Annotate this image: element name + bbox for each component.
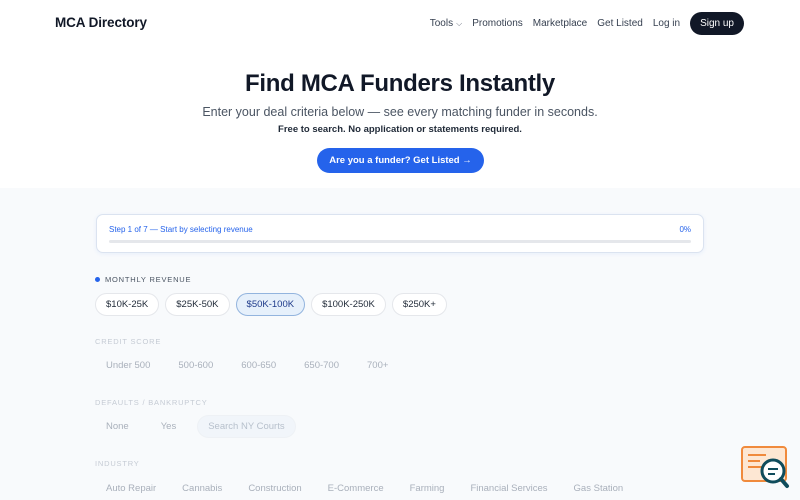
chat-search-icon[interactable] [740,445,790,489]
hero-subtitle: Enter your deal criteria below — see eve… [202,105,598,119]
top-navbar: MCA Directory Tools ⌵ Promotions Marketp… [0,0,800,48]
brand-logo[interactable]: MCA Directory [55,15,147,30]
monthly-revenue-label-text: Monthly Revenue [105,275,192,284]
monthly-revenue-label: Monthly Revenue [95,275,191,284]
get-listed-cta-button[interactable]: Are you a funder? Get Listed → [317,148,484,173]
progress-step-label: Step 1 of 7 — Start by selecting revenue [109,225,253,234]
defaults-bankruptcy-label: Defaults / Bankruptcy [95,398,208,407]
revenue-option-25k-50k[interactable]: $25K-50K [165,293,230,316]
revenue-option-10k-25k[interactable]: $10K-25K [95,293,160,316]
nav-tools[interactable]: Tools ⌵ [425,13,467,35]
industry-option-auto-repair[interactable]: Auto Repair [95,477,167,500]
defaults-option-none[interactable]: None [95,415,140,438]
defaults-bankruptcy-options: None Yes Search NY Courts [95,415,296,438]
credit-option-under-500[interactable]: Under 500 [95,354,161,377]
industry-option-cannabis[interactable]: Cannabis [171,477,233,500]
revenue-option-50k-100k[interactable]: $50K-100K [235,293,306,316]
search-ny-courts-button[interactable]: Search NY Courts [197,415,296,438]
sign-up-button[interactable]: Sign up [690,12,744,35]
progress-card: Step 1 of 7 — Start by selecting revenue… [96,214,704,253]
credit-option-600-650[interactable]: 600-650 [230,354,287,377]
revenue-option-250k-plus[interactable]: $250K+ [391,293,447,316]
credit-option-700-plus[interactable]: 700+ [356,354,399,377]
progress-percent: 0% [679,225,691,234]
nav-tools-label: Tools [429,18,454,29]
dot-icon [95,277,100,282]
progress-bar [109,240,691,243]
credit-score-label: Credit Score [95,337,162,346]
credit-option-500-600[interactable]: 500-600 [167,354,224,377]
chevron-down-icon: ⌵ [456,18,463,28]
industry-option-financial-services[interactable]: Financial Services [459,477,558,500]
page-title: Find MCA Funders Instantly [245,70,555,97]
nav-promotions[interactable]: Promotions [467,13,528,35]
credit-score-options: Under 500 500-600 600-650 650-700 700+ [95,354,399,377]
industry-option-farming[interactable]: Farming [399,477,456,500]
industry-label: Industry [95,459,140,468]
industry-option-e-commerce[interactable]: E-Commerce [317,477,395,500]
main-nav: Tools ⌵ Promotions Marketplace Get Liste… [425,12,744,35]
hero-section: Find MCA Funders Instantly Enter your de… [0,48,800,188]
nav-log-in[interactable]: Log in [648,13,685,35]
defaults-option-yes[interactable]: Yes [150,415,188,438]
nav-marketplace[interactable]: Marketplace [528,13,592,35]
industry-option-gas-station[interactable]: Gas Station [563,477,635,500]
hero-note: Free to search. No application or statem… [278,124,522,135]
nav-get-listed[interactable]: Get Listed [592,13,648,35]
credit-option-650-700[interactable]: 650-700 [293,354,350,377]
industry-option-construction[interactable]: Construction [237,477,312,500]
monthly-revenue-options: $10K-25K $25K-50K $50K-100K $100K-250K $… [95,293,447,316]
revenue-option-100k-250k[interactable]: $100K-250K [311,293,386,316]
industry-options: Auto Repair Cannabis Construction E-Comm… [95,477,634,500]
